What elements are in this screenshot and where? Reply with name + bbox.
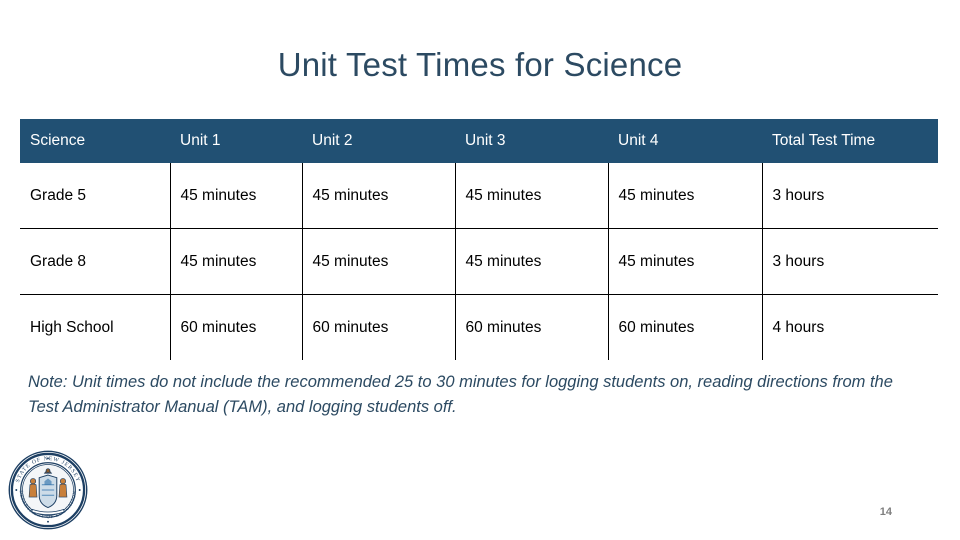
- page-number: 14: [879, 506, 892, 518]
- column-header-total-test-time: Total Test Time: [762, 119, 938, 163]
- cell-grade-5-unit-1: 45 minutes: [170, 163, 303, 229]
- nj-department-of-education-seal-icon: STATE OF NEW JERSEY DEPARTMENT OF EDUCAT…: [4, 446, 92, 534]
- table-row: Grade 5 45 minutes 45 minutes 45 minutes…: [20, 163, 938, 229]
- cell-high-school-unit-1: 60 minutes: [170, 294, 303, 360]
- table-row: Grade 8 45 minutes 45 minutes 45 minutes…: [20, 228, 938, 295]
- cell-grade-8-unit-4: 45 minutes: [608, 228, 763, 295]
- cell-grade-5-unit-2: 45 minutes: [302, 163, 456, 229]
- column-header-unit-1: Unit 1: [170, 119, 302, 163]
- row-label-grade-8: Grade 8: [20, 228, 171, 295]
- cell-high-school-total: 4 hours: [762, 294, 938, 360]
- cell-grade-8-unit-2: 45 minutes: [302, 228, 456, 295]
- table-body: Grade 5 45 minutes 45 minutes 45 minutes…: [20, 163, 938, 360]
- row-label-grade-5: Grade 5: [20, 163, 171, 229]
- column-header-unit-3: Unit 3: [455, 119, 608, 163]
- table-header-row: Science Unit 1 Unit 2 Unit 3 Unit 4 Tota…: [20, 119, 938, 163]
- column-header-unit-4: Unit 4: [608, 119, 762, 163]
- slide-canvas: Unit Test Times for Science Science Unit…: [0, 0, 960, 540]
- row-label-high-school: High School: [20, 294, 171, 360]
- cell-grade-8-total: 3 hours: [762, 228, 938, 295]
- page-title: Unit Test Times for Science: [277, 46, 683, 83]
- cell-grade-8-unit-3: 45 minutes: [455, 228, 609, 295]
- cell-high-school-unit-3: 60 minutes: [455, 294, 609, 360]
- note-text: Note: Unit times do not include the reco…: [28, 373, 893, 416]
- cell-grade-5-unit-3: 45 minutes: [455, 163, 609, 229]
- cell-grade-8-unit-1: 45 minutes: [170, 228, 303, 295]
- cell-high-school-unit-4: 60 minutes: [608, 294, 763, 360]
- column-header-subject: Science: [20, 119, 170, 163]
- table-row: High School 60 minutes 60 minutes 60 min…: [20, 294, 938, 360]
- unit-test-times-table-wrapper: Science Unit 1 Unit 2 Unit 3 Unit 4 Tota…: [20, 119, 938, 360]
- unit-test-times-table: Science Unit 1 Unit 2 Unit 3 Unit 4 Tota…: [20, 119, 938, 360]
- cell-grade-5-total: 3 hours: [762, 163, 938, 229]
- table-header: Science Unit 1 Unit 2 Unit 3 Unit 4 Tota…: [20, 119, 938, 163]
- cell-grade-5-unit-4: 45 minutes: [608, 163, 763, 229]
- cell-high-school-unit-2: 60 minutes: [302, 294, 456, 360]
- column-header-unit-2: Unit 2: [302, 119, 455, 163]
